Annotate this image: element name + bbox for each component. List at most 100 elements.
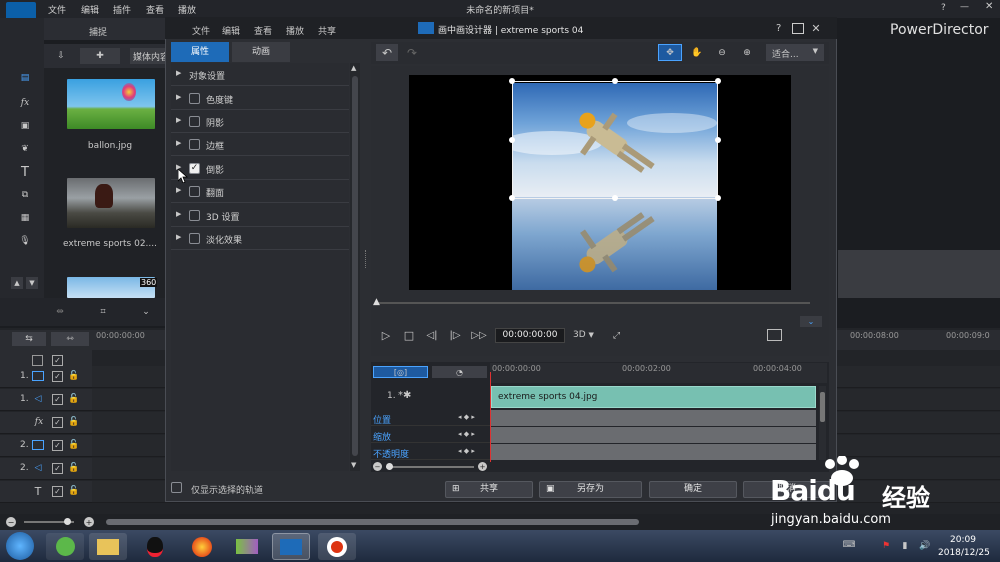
fit-select[interactable]: 适合... ▼ (766, 44, 824, 61)
resize-handle[interactable] (509, 195, 515, 201)
zoom-in-icon[interactable]: + (478, 462, 487, 471)
taskbar-app-powerdirector[interactable] (272, 533, 310, 560)
track-check-icon[interactable]: ✓ (52, 394, 63, 405)
plugin-icon[interactable]: ✚ (80, 48, 120, 64)
dlg-menu-edit[interactable]: 编辑 (222, 24, 240, 37)
property-shadow[interactable]: ▶ 阴影 (171, 111, 349, 133)
subtitle-room-icon[interactable]: ▦ (17, 210, 33, 226)
expand-arrow-icon[interactable]: ▶ (176, 139, 181, 147)
save-as-button[interactable]: ▣ 另存为 (539, 481, 642, 498)
dlg-menu-view[interactable]: 查看 (254, 24, 272, 37)
track-check-icon[interactable]: ✓ (52, 463, 63, 474)
media-room-icon[interactable]: ▤ (17, 70, 33, 86)
checkbox[interactable] (189, 210, 200, 221)
fit-timeline-icon[interactable]: ⇿ (51, 332, 89, 346)
resize-handle[interactable] (612, 78, 618, 84)
particle-room-icon[interactable]: ❦ (17, 141, 33, 157)
track-check-icon[interactable]: ✓ (52, 486, 63, 497)
dialog-help-button[interactable]: ? (776, 23, 781, 34)
lock-icon[interactable]: 🔓 (68, 439, 80, 451)
share-button[interactable]: ⊞ 共享 (445, 481, 533, 498)
motion-view-icon[interactable]: ◔ (432, 366, 487, 378)
dlg-zoom-slider[interactable] (386, 466, 474, 468)
close-icon[interactable]: ✕ (985, 1, 993, 12)
tray-flag-icon[interactable]: ⚑ (880, 539, 892, 553)
property-border[interactable]: ▶ 边框 (171, 134, 349, 156)
play-icon[interactable]: ▷ (379, 327, 393, 343)
lock-icon[interactable]: 🔓 (68, 393, 80, 405)
expand-arrow-icon[interactable]: ▶ (176, 186, 181, 194)
property-3d-settings[interactable]: ▶ 3D 设置 (171, 205, 349, 227)
timecode-display[interactable]: 00:00:00:00 (495, 328, 565, 343)
collapse-icon[interactable]: ⌄ (800, 316, 822, 327)
zoom-in-icon[interactable]: + (84, 517, 94, 527)
hand-tool-icon[interactable]: ✋ (686, 44, 708, 61)
dlg-menu-share[interactable]: 共享 (318, 24, 336, 37)
dialog-close-icon[interactable]: ✕ (810, 21, 822, 35)
zoom-out-icon[interactable]: − (6, 517, 16, 527)
fix-enhance-icon[interactable]: ⌄ (137, 304, 155, 320)
zoom-out-icon[interactable]: ⊖ (711, 44, 733, 61)
resize-handle[interactable] (509, 137, 515, 143)
keyframe-track[interactable] (491, 444, 816, 460)
zoom-out-icon[interactable]: − (373, 462, 382, 471)
keyframe-nav-icon[interactable]: ◂ ◆ ▸ (458, 413, 475, 421)
3d-toggle[interactable]: 3D ▼ (573, 330, 594, 340)
zoom-in-icon[interactable]: ⊕ (736, 44, 758, 61)
lock-icon[interactable]: 🔓 (68, 416, 80, 428)
property-object-settings[interactable]: ▶ 对象设置 (171, 64, 349, 86)
tab-properties[interactable]: 属性 (171, 42, 229, 62)
scroll-up-icon[interactable]: ▲ (351, 64, 356, 72)
resize-handle[interactable] (715, 78, 721, 84)
track-check-icon[interactable]: ✓ (52, 371, 63, 382)
scroll-thumb[interactable] (352, 76, 358, 456)
display-icon[interactable] (767, 329, 782, 341)
prev-frame-icon[interactable]: ◁| (424, 327, 440, 343)
scroll-down-icon[interactable]: ▼ (26, 277, 38, 289)
scroll-up-icon[interactable]: ▲ (11, 277, 23, 289)
transition-room-icon[interactable]: ⧉ (17, 187, 33, 203)
title-room-icon[interactable]: T (17, 164, 33, 180)
resize-handle[interactable] (509, 78, 515, 84)
tray-volume-icon[interactable]: 🔊 (918, 539, 932, 553)
lock-icon[interactable]: 🔓 (68, 462, 80, 474)
checkbox[interactable] (189, 116, 200, 127)
checkbox-checked[interactable]: ✓ (189, 163, 200, 174)
keyframe-view-icon[interactable]: [◎] (373, 366, 428, 378)
lock-icon[interactable]: 🔓 (68, 370, 80, 382)
dlg-zoom-thumb[interactable] (386, 463, 393, 470)
thumbnail-extreme-sports[interactable] (67, 178, 155, 228)
keyframe-track[interactable] (491, 410, 816, 426)
scroll-down-icon[interactable]: ▼ (351, 461, 356, 469)
seek-thumb-icon[interactable]: ▲ (373, 297, 380, 307)
clip-bar[interactable]: extreme sports 04.jpg (491, 386, 816, 408)
dlg-menu-file[interactable]: 文件 (192, 24, 210, 37)
tab-animation[interactable]: 动画 (232, 42, 290, 62)
tab-capture[interactable]: 捕捉 (89, 25, 107, 38)
fullscreen-icon[interactable]: ⤢ (609, 328, 624, 343)
audio-room-icon[interactable]: 🎙 (17, 233, 33, 249)
only-selected-checkbox[interactable] (171, 482, 182, 493)
zoom-slider-thumb[interactable] (64, 518, 71, 525)
seek-bar[interactable] (378, 302, 810, 304)
start-button[interactable] (6, 532, 34, 560)
taskbar-app-record[interactable] (318, 533, 356, 560)
property-reflection[interactable]: ▶ ✓ 倒影 (171, 158, 349, 180)
track-manager-icon[interactable]: ⇆ (12, 332, 46, 346)
lock-icon[interactable]: 🔓 (68, 485, 80, 497)
keyframe-track[interactable] (491, 427, 816, 443)
next-frame-icon[interactable]: |▷ (447, 327, 463, 343)
expand-arrow-icon[interactable]: ▶ (176, 93, 181, 101)
expand-arrow-icon[interactable]: ▶ (176, 116, 181, 124)
stop-icon[interactable]: □ (402, 327, 416, 343)
pip-room-icon[interactable]: ▣ (17, 118, 33, 134)
property-chroma-key[interactable]: ▶ 色度键 (171, 88, 349, 110)
taskbar-app-360[interactable] (46, 533, 84, 560)
undo-icon[interactable]: ↶ (376, 44, 398, 61)
tray-network-icon[interactable]: ▮ (899, 539, 911, 553)
dlg-timeline-scrollbar[interactable] (819, 386, 826, 460)
maximize-icon[interactable] (792, 23, 804, 34)
taskbar-app-qq[interactable] (136, 533, 174, 560)
property-fade[interactable]: ▶ 淡化效果 (171, 228, 349, 250)
checkbox[interactable] (189, 93, 200, 104)
